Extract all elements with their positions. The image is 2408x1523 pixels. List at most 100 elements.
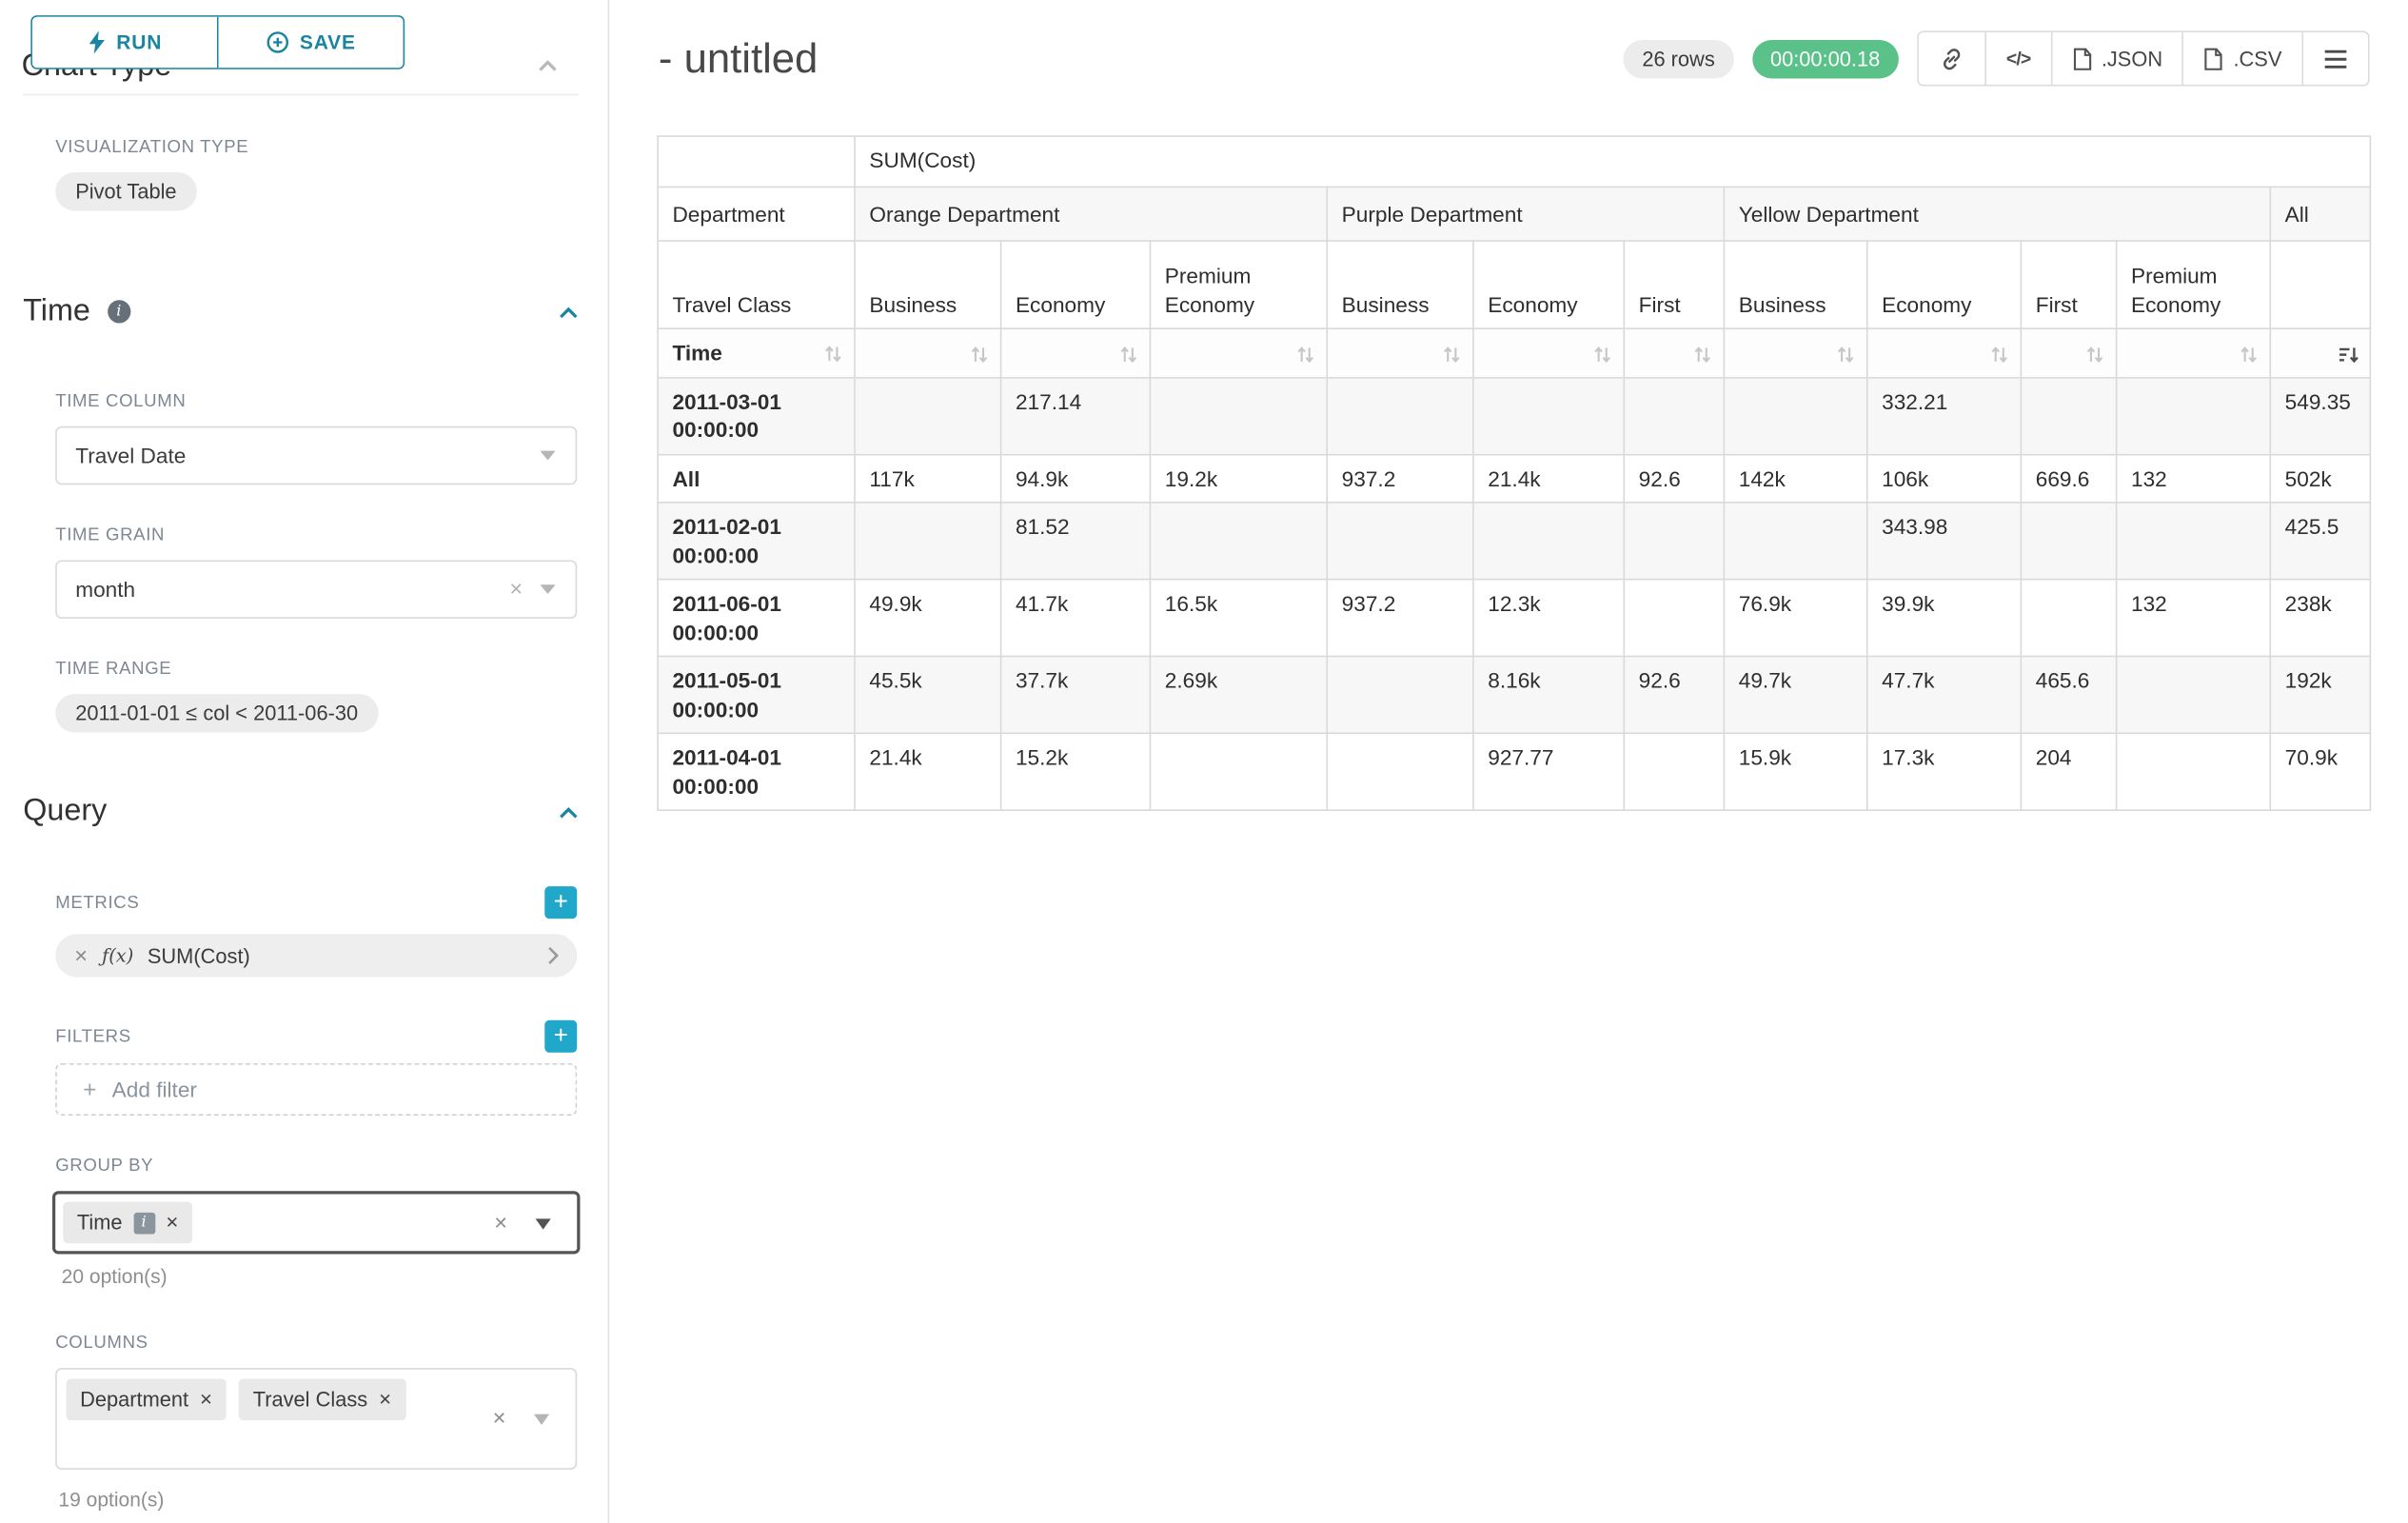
add-metric-button[interactable]: +	[544, 886, 577, 919]
time-range-value[interactable]: 2011-01-01 ≤ col < 2011-06-30	[55, 694, 378, 732]
collapse-chevron-icon[interactable]	[559, 306, 579, 318]
value-cell: 669.6	[2021, 455, 2116, 504]
filters-label-row: FILTERS +	[55, 1020, 577, 1053]
value-cell	[1473, 378, 1624, 455]
save-button[interactable]: SAVE	[217, 17, 404, 68]
clear-icon[interactable]: ✕	[509, 580, 523, 600]
row-count-badge: 26 rows	[1624, 39, 1733, 77]
sort-icon[interactable]	[1692, 345, 1712, 365]
value-cell: 37.7k	[1001, 657, 1151, 734]
group-header: All	[2270, 187, 2370, 241]
sort-cell	[1724, 328, 1866, 378]
sort-cell	[855, 328, 1001, 378]
add-filter-button[interactable]: +	[544, 1020, 577, 1053]
add-filter-dropzone[interactable]: + Add filter	[55, 1063, 577, 1116]
chevron-right-icon[interactable]	[548, 946, 559, 964]
value-cell: 45.5k	[855, 657, 1001, 734]
clear-icon[interactable]: ✕	[492, 1409, 506, 1429]
menu-button[interactable]	[2301, 30, 2369, 86]
control-panel: Chart Type RUN SAVE VISUALIZATION TYPE	[0, 0, 609, 1523]
visualization-type-value[interactable]: Pivot Table	[55, 172, 196, 210]
value-cell: 39.9k	[1867, 580, 2022, 657]
collapse-chevron-icon[interactable]	[559, 805, 579, 818]
result-toolbar: 26 rows 00:00:00.18 </> .J	[1624, 30, 2370, 86]
copy-link-button[interactable]	[1917, 30, 1986, 86]
value-cell	[855, 378, 1001, 455]
time-header: Time	[658, 328, 855, 378]
sort-icon[interactable]	[1836, 345, 1856, 365]
class-header: First	[1624, 241, 1724, 328]
table-row: 2011-04-01 00:00:0021.4k15.2k927.7715.9k…	[658, 734, 2370, 811]
export-button-group: </> .JSON .CSV	[1917, 30, 2370, 86]
sort-icon[interactable]	[1989, 345, 2009, 365]
value-cell: 192k	[2270, 657, 2370, 734]
remove-tag-icon[interactable]: ✕	[199, 1391, 212, 1409]
embed-code-button[interactable]: </>	[1984, 30, 2052, 86]
plus-circle-icon	[266, 30, 288, 53]
value-cell	[2117, 734, 2271, 811]
columns-tag[interactable]: Department ✕	[67, 1378, 227, 1420]
chart-title[interactable]: - untitled	[659, 30, 818, 86]
value-cell: 15.2k	[1001, 734, 1151, 811]
info-icon[interactable]: i	[133, 1212, 155, 1234]
time-grain-select[interactable]: month ✕	[55, 560, 577, 618]
info-icon[interactable]: i	[108, 300, 130, 323]
remove-metric-icon[interactable]: ✕	[74, 945, 89, 965]
sort-header-row: Time	[658, 328, 2370, 378]
table-row: All117k94.9k19.2k937.221.4k92.6142k106k6…	[658, 455, 2370, 504]
sort-icon[interactable]	[823, 344, 843, 364]
add-filter-label: Add filter	[112, 1078, 197, 1102]
export-json-button[interactable]: .JSON	[2050, 30, 2183, 86]
function-icon: ƒ(x)	[102, 945, 133, 967]
export-csv-button[interactable]: .CSV	[2182, 30, 2303, 86]
value-cell: 19.2k	[1150, 455, 1327, 504]
group-header: Purple Department	[1327, 187, 1724, 241]
sort-icon[interactable]	[2084, 345, 2104, 365]
sort-desc-active-icon[interactable]	[2338, 345, 2359, 365]
value-cell	[1150, 503, 1327, 580]
value-cell: 12.3k	[1473, 580, 1624, 657]
value-cell: 21.4k	[1473, 455, 1624, 504]
value-cell: 142k	[1724, 455, 1866, 504]
value-cell: 217.14	[1001, 378, 1151, 455]
value-cell: 8.16k	[1473, 657, 1624, 734]
class-header	[2270, 241, 2370, 328]
time-column-select[interactable]: Travel Date	[55, 426, 577, 485]
metric-chip[interactable]: ✕ ƒ(x) SUM(Cost)	[55, 934, 577, 977]
row-label: 2011-04-01 00:00:00	[658, 734, 855, 811]
value-cell	[1327, 657, 1473, 734]
pivot-table-container: SUM(Cost)DepartmentOrange DepartmentPurp…	[657, 135, 2371, 811]
row-label: 2011-03-01 00:00:00	[658, 378, 855, 455]
group-by-select[interactable]: Time i ✕ ✕	[52, 1191, 580, 1254]
value-cell: 41.7k	[1001, 580, 1151, 657]
time-column-label: TIME COLUMN	[55, 392, 186, 410]
group-header: Yellow Department	[1724, 187, 2270, 241]
value-cell: 937.2	[1327, 455, 1473, 504]
value-cell: 92.6	[1624, 455, 1724, 504]
sort-icon[interactable]	[2239, 345, 2259, 365]
sort-icon[interactable]	[1295, 345, 1315, 365]
sort-icon[interactable]	[1118, 345, 1138, 365]
sort-icon[interactable]	[969, 345, 989, 365]
group-by-tag[interactable]: Time i ✕	[63, 1202, 192, 1244]
value-cell: 106k	[1867, 455, 2022, 504]
value-cell: 465.6	[2021, 657, 2116, 734]
class-header: Business	[1724, 241, 1866, 328]
value-cell: 502k	[2270, 455, 2370, 504]
value-cell: 132	[2117, 580, 2271, 657]
remove-tag-icon[interactable]: ✕	[378, 1391, 391, 1409]
clear-icon[interactable]: ✕	[494, 1213, 508, 1233]
run-button[interactable]: RUN	[32, 17, 217, 68]
sort-icon[interactable]	[1592, 345, 1612, 365]
value-cell: 937.2	[1327, 580, 1473, 657]
file-icon	[2204, 47, 2224, 69]
sort-icon[interactable]	[1442, 345, 1462, 365]
columns-select[interactable]: Department ✕ Travel Class ✕ ✕	[55, 1368, 577, 1470]
chevron-up-icon[interactable]	[537, 58, 559, 72]
hamburger-icon	[2323, 49, 2348, 69]
chevron-down-icon[interactable]	[536, 1218, 551, 1229]
columns-tag[interactable]: Travel Class ✕	[239, 1378, 405, 1420]
remove-tag-icon[interactable]: ✕	[166, 1214, 179, 1232]
query-timer-badge: 00:00:00.18	[1752, 39, 1899, 77]
chevron-down-icon[interactable]	[534, 1414, 549, 1425]
